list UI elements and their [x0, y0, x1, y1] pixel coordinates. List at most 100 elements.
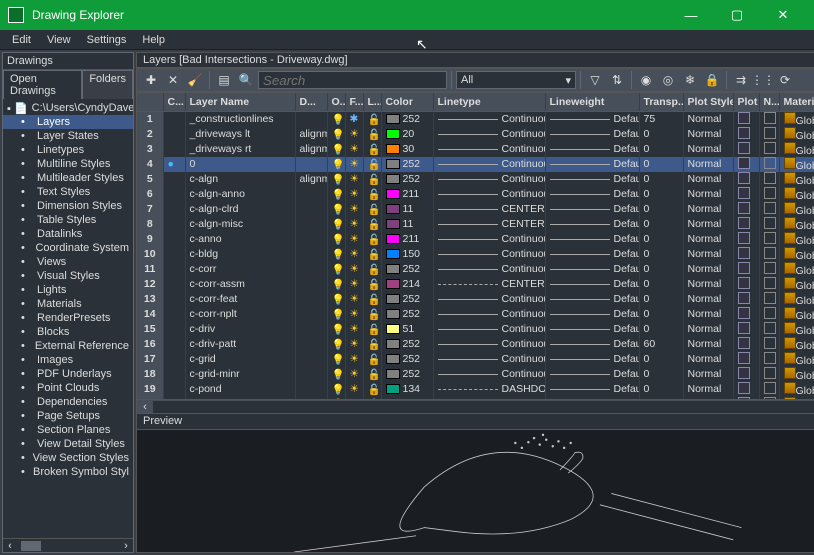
tree-item-dependencies[interactable]: •Dependencies [3, 395, 133, 409]
layer-row[interactable]: 20c-prof💡☀🔓252ContinuousDefault0NormalGl… [137, 397, 814, 401]
preview-title: Preview [136, 414, 814, 430]
layer-row[interactable]: 6c-algn-anno💡☀🔓211ContinuousDefault0Norm… [137, 187, 814, 202]
drawings-panel: Drawings Open Drawings Folders ▪ 📄 C:\Us… [2, 52, 134, 553]
col-header[interactable]: D... [295, 93, 327, 111]
tab-folders[interactable]: Folders [82, 70, 133, 99]
search-input[interactable] [258, 71, 447, 89]
layer-row[interactable]: 19c-pond💡☀🔓134DASHDOTDefault0NormalGloba… [137, 382, 814, 397]
tree-hscroll[interactable]: ‹› [3, 538, 133, 552]
layer-row[interactable]: 14c-corr-nplt💡☀🔓252ContinuousDefault0Nor… [137, 307, 814, 322]
tree-item-pdf-underlays[interactable]: •PDF Underlays [3, 367, 133, 381]
col-header[interactable]: N... [759, 93, 779, 111]
material-icon [784, 322, 796, 334]
col-header[interactable]: C... [163, 93, 185, 111]
col-header[interactable]: Plot Style [683, 93, 733, 111]
tree-item-page-setups[interactable]: •Page Setups [3, 409, 133, 423]
layer-row[interactable]: 11c-corr💡☀🔓252ContinuousDefault0NormalGl… [137, 262, 814, 277]
layer-row[interactable]: 1_constructionlines💡✱🔓252ContinuousDefau… [137, 111, 814, 127]
tree-item-renderpresets[interactable]: •RenderPresets [3, 311, 133, 325]
col-header[interactable]: Plot [733, 93, 759, 111]
plot-icon [738, 307, 750, 319]
minimize-button[interactable] [668, 0, 714, 30]
maximize-button[interactable] [714, 0, 760, 30]
tree-root[interactable]: ▪ 📄 C:\Users\CyndyDavenp [3, 101, 133, 115]
menu-edit[interactable]: Edit [4, 32, 39, 48]
layers-grid[interactable]: C...Layer NameD...O...F...L...ColorLinet… [136, 92, 814, 400]
col-header[interactable]: Transp... [639, 93, 683, 111]
layer-row[interactable]: 16c-driv-patt💡☀🔓252ContinuousDefault60No… [137, 337, 814, 352]
tree-item-layer-states[interactable]: •Layer States [3, 129, 133, 143]
col-header[interactable]: Layer Name [185, 93, 295, 111]
plot-icon [738, 187, 750, 199]
col-header[interactable] [137, 93, 163, 111]
layer-row[interactable]: 4●0💡☀🔓252ContinuousDefault0NormalGlobal [137, 157, 814, 172]
plot-icon [738, 277, 750, 289]
tree-item-view-section-styles[interactable]: •View Section Styles [3, 451, 133, 465]
layer-row[interactable]: 15c-driv💡☀🔓51ContinuousDefault0NormalGlo… [137, 322, 814, 337]
layer-row[interactable]: 13c-corr-feat💡☀🔓252ContinuousDefault0Nor… [137, 292, 814, 307]
tree-item-multiline-styles[interactable]: •Multiline Styles [3, 157, 133, 171]
tree-item-broken-symbol-styl[interactable]: •Broken Symbol Styl [3, 465, 133, 479]
tree-item-datalinks[interactable]: •Datalinks [3, 227, 133, 241]
layer-row[interactable]: 2_driveways ltalignm💡☀🔓20ContinuousDefau… [137, 127, 814, 142]
merge-button[interactable]: ⇉ [731, 70, 751, 90]
layer-states-button[interactable]: ▤ [214, 70, 234, 90]
settings-icon[interactable]: ⋮⋮ [753, 70, 773, 90]
invert-filter-button[interactable]: ⇅ [607, 70, 627, 90]
col-header[interactable]: O... [327, 93, 345, 111]
tree-item-lights[interactable]: •Lights [3, 283, 133, 297]
plot-icon [738, 232, 750, 244]
close-button[interactable] [760, 0, 806, 30]
tab-open-drawings[interactable]: Open Drawings [3, 70, 82, 99]
menu-settings[interactable]: Settings [79, 32, 135, 48]
layer-row[interactable]: 18c-grid-minr💡☀🔓252ContinuousDefault0Nor… [137, 367, 814, 382]
tree-item-images[interactable]: •Images [3, 353, 133, 367]
layer-row[interactable]: 10c-bldg💡☀🔓150ContinuousDefault0NormalGl… [137, 247, 814, 262]
layer-row[interactable]: 9c-anno💡☀🔓211ContinuousDefault0NormalGlo… [137, 232, 814, 247]
plot-icon [738, 322, 750, 334]
col-header[interactable]: Color [381, 93, 433, 111]
plot-icon [738, 202, 750, 214]
layer-row[interactable]: 5c-algnalignm💡☀🔓252ContinuousDefault0Nor… [137, 172, 814, 187]
col-header[interactable]: Linetype [433, 93, 545, 111]
filter-button[interactable]: ▽ [585, 70, 605, 90]
lock-button[interactable]: 🔒 [702, 70, 722, 90]
col-header[interactable]: Material [779, 93, 814, 111]
new-layer-button[interactable]: ✚ [141, 70, 161, 90]
grid-hscroll[interactable]: ‹› [136, 400, 814, 414]
purge-button[interactable]: 🧹 [185, 70, 205, 90]
menu-view[interactable]: View [39, 32, 79, 48]
tree-item-visual-styles[interactable]: •Visual Styles [3, 269, 133, 283]
plot-icon [738, 337, 750, 349]
tree-item-multileader-styles[interactable]: •Multileader Styles [3, 171, 133, 185]
isolate-button[interactable]: ◉ [636, 70, 656, 90]
col-header[interactable]: L... [363, 93, 381, 111]
drawings-tree[interactable]: ▪ 📄 C:\Users\CyndyDavenp•Layers•Layer St… [3, 99, 133, 538]
off-button[interactable]: ◎ [658, 70, 678, 90]
tree-item-point-clouds[interactable]: •Point Clouds [3, 381, 133, 395]
tree-item-views[interactable]: •Views [3, 255, 133, 269]
filter-select[interactable]: All▾ [456, 71, 576, 89]
layer-row[interactable]: 8c-algn-misc💡☀🔓11CENTER2Default0NormalGl… [137, 217, 814, 232]
menu-help[interactable]: Help [134, 32, 173, 48]
layer-row[interactable]: 17c-grid💡☀🔓252ContinuousDefault0NormalGl… [137, 352, 814, 367]
col-header[interactable]: F... [345, 93, 363, 111]
tree-item-section-planes[interactable]: •Section Planes [3, 423, 133, 437]
layer-row[interactable]: 7c-algn-clrd💡☀🔓11CENTER2Default0NormalGl… [137, 202, 814, 217]
refresh-button[interactable]: ⟳ [775, 70, 795, 90]
col-header[interactable]: Lineweight [545, 93, 639, 111]
delete-layer-button[interactable]: ✕ [163, 70, 183, 90]
tree-item-materials[interactable]: •Materials [3, 297, 133, 311]
tree-item-table-styles[interactable]: •Table Styles [3, 213, 133, 227]
tree-item-layers[interactable]: •Layers [3, 115, 133, 129]
tree-item-linetypes[interactable]: •Linetypes [3, 143, 133, 157]
layer-row[interactable]: 12c-corr-assm💡☀🔓214CENTERDefault0NormalG… [137, 277, 814, 292]
tree-item-view-detail-styles[interactable]: •View Detail Styles [3, 437, 133, 451]
tree-item-dimension-styles[interactable]: •Dimension Styles [3, 199, 133, 213]
tree-item-blocks[interactable]: •Blocks [3, 325, 133, 339]
layer-row[interactable]: 3_driveways rtalignm💡☀🔓30ContinuousDefau… [137, 142, 814, 157]
tree-item-external-reference[interactable]: •External Reference [3, 339, 133, 353]
tree-item-coordinate-system[interactable]: •Coordinate System [3, 241, 133, 255]
freeze-button[interactable]: ❄ [680, 70, 700, 90]
tree-item-text-styles[interactable]: •Text Styles [3, 185, 133, 199]
